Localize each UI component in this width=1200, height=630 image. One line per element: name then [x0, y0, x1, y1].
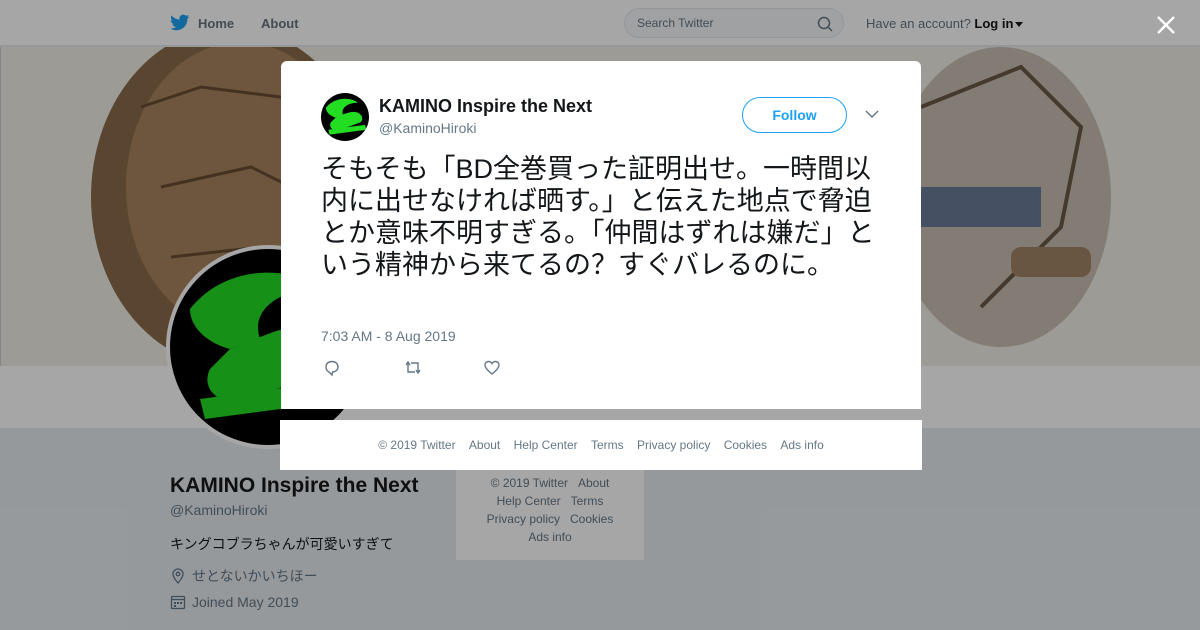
cobra-logo-icon [325, 98, 367, 135]
modal-footer-privacy-link[interactable]: Privacy policy [637, 438, 710, 452]
tweet-text: そもそも「BD全巻買った証明出せ。一時間以内に出せなければ晒す。」と伝えた地点で… [321, 154, 875, 280]
tweet-timestamp[interactable]: 7:03 AM - 8 Aug 2019 [321, 328, 456, 344]
modal-footer-copyright: © 2019 Twitter [378, 438, 456, 452]
follow-button[interactable]: Follow [742, 97, 847, 133]
tweet-author-avatar[interactable] [321, 93, 369, 141]
reply-icon[interactable] [323, 359, 341, 377]
modal-footer-ads-link[interactable]: Ads info [780, 438, 823, 452]
tweet-author-handle[interactable]: @KaminoHiroki [379, 120, 476, 136]
chevron-down-icon[interactable] [865, 109, 879, 119]
tweet-modal: KAMINO Inspire the Next @KaminoHiroki Fo… [281, 61, 921, 409]
modal-footer-terms-link[interactable]: Terms [591, 438, 624, 452]
tweet-author-name[interactable]: KAMINO Inspire the Next [379, 96, 592, 117]
retweet-icon[interactable] [403, 359, 423, 377]
modal-footer: © 2019 Twitter About Help Center Terms P… [280, 420, 922, 470]
modal-footer-about-link[interactable]: About [469, 438, 500, 452]
modal-footer-cookies-link[interactable]: Cookies [724, 438, 767, 452]
heart-icon[interactable] [483, 359, 501, 377]
close-icon[interactable] [1155, 14, 1177, 36]
modal-footer-help-link[interactable]: Help Center [514, 438, 578, 452]
